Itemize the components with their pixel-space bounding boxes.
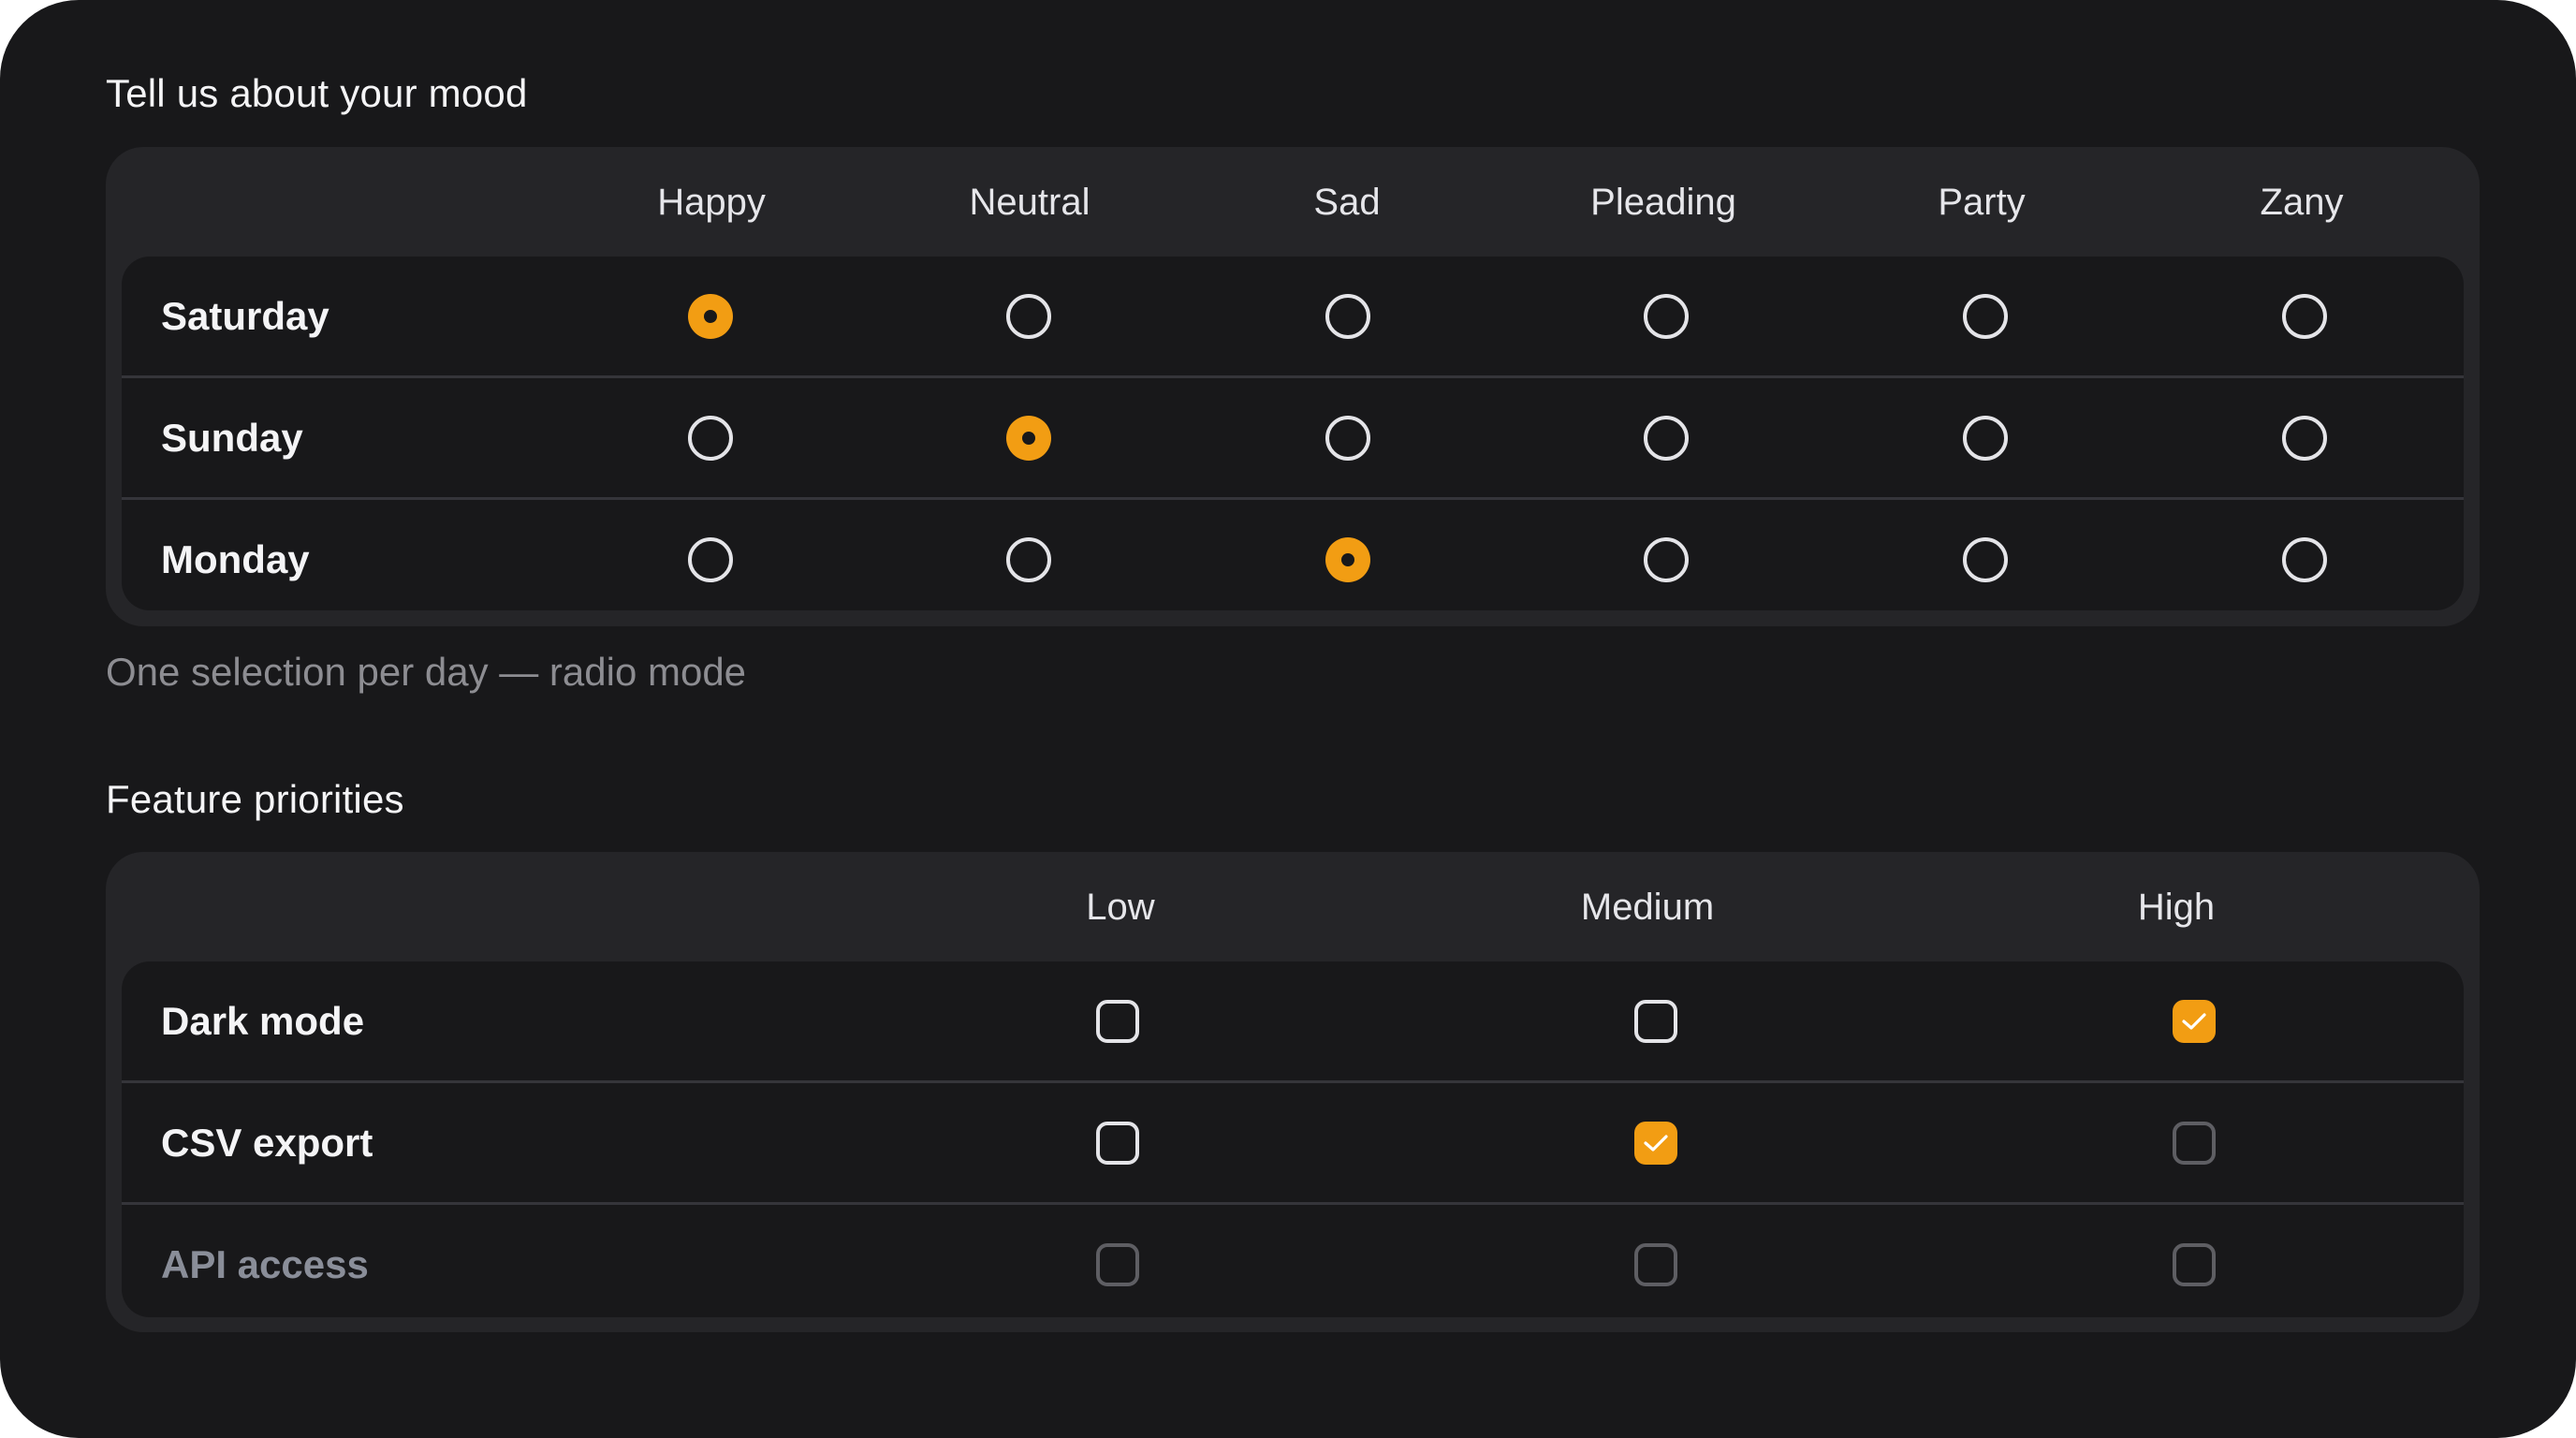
mood-header-row: Happy Neutral Sad Pleading Party Zany [106, 147, 2480, 257]
mood-cell-saturday-zany[interactable] [2248, 257, 2361, 375]
mood-cell-saturday-happy[interactable] [654, 257, 767, 375]
checkbox-empty-icon [2173, 1242, 2216, 1286]
mood-cell-saturday-pleading[interactable] [1610, 257, 1722, 375]
mood-column-pleading: Pleading [1590, 182, 1736, 223]
mood-cell-saturday-party[interactable] [1929, 257, 2042, 375]
radio-unselected-icon[interactable] [1963, 536, 2008, 582]
radio-unselected-icon[interactable] [2282, 293, 2327, 339]
features-matrix: Low Medium High Dark mode CSV export API acc… [106, 852, 2480, 1332]
radio-unselected-icon[interactable] [1644, 415, 1689, 461]
features-cell-csv-export-low[interactable] [1061, 1083, 1174, 1202]
radio-dot [704, 309, 717, 323]
mood-cell-saturday-neutral[interactable] [973, 257, 1085, 375]
mood-cell-sunday-happy[interactable] [654, 378, 767, 497]
mood-row-sunday: Sunday [122, 378, 2464, 497]
mood-section-title: Tell us about your mood [106, 71, 528, 115]
checkbox-empty-icon[interactable] [1096, 999, 1139, 1043]
mood-column-party: Party [1938, 182, 2026, 223]
mood-cell-monday-pleading[interactable] [1610, 500, 1722, 610]
mood-column-zany: Zany [2260, 182, 2344, 223]
mood-column-happy: Happy [657, 182, 766, 223]
mood-column-sad: Sad [1313, 182, 1381, 223]
radio-unselected-icon[interactable] [688, 415, 733, 461]
radio-unselected-icon[interactable] [1325, 293, 1370, 339]
radio-unselected-icon[interactable] [688, 536, 733, 582]
features-matrix-body: Dark mode CSV export API access [122, 961, 2464, 1317]
checkmark-icon[interactable] [1634, 1121, 1677, 1165]
radio-unselected-icon[interactable] [1006, 536, 1051, 582]
radio-selected-icon[interactable] [1006, 415, 1051, 461]
features-cell-api-access-low[interactable] [1061, 1205, 1174, 1317]
features-row-label: CSV export [161, 1121, 373, 1165]
features-row-label: API access [161, 1242, 369, 1286]
features-cell-csv-export-medium[interactable] [1600, 1083, 1712, 1202]
features-cell-dark-mode-high[interactable] [2138, 961, 2250, 1080]
mood-matrix: Happy Neutral Sad Pleading Party Zany Saturda… [106, 147, 2480, 626]
features-cell-csv-export-high[interactable] [2138, 1083, 2250, 1202]
mood-cell-saturday-sad[interactable] [1292, 257, 1404, 375]
features-row-label: Dark mode [161, 999, 365, 1043]
features-cell-api-access-medium[interactable] [1600, 1205, 1712, 1317]
features-cell-dark-mode-low[interactable] [1061, 961, 1174, 1080]
mood-row-label: Saturday [161, 294, 329, 338]
features-header-row: Low Medium High [106, 852, 2480, 962]
features-row-csv-export: CSV export [122, 1083, 2464, 1202]
checkbox-empty-icon [1096, 1242, 1139, 1286]
mood-cell-sunday-zany[interactable] [2248, 378, 2361, 497]
mood-row-monday: Monday [122, 500, 2464, 610]
features-cell-api-access-high[interactable] [2138, 1205, 2250, 1317]
checkbox-empty-icon[interactable] [1096, 1121, 1139, 1165]
features-cell-dark-mode-medium[interactable] [1600, 961, 1712, 1080]
mood-cell-sunday-neutral[interactable] [973, 378, 1085, 497]
radio-unselected-icon[interactable] [1963, 415, 2008, 461]
mood-matrix-body: Saturday Sunday Monday [122, 257, 2464, 610]
radio-dot [1022, 431, 1035, 445]
radio-unselected-icon[interactable] [1963, 293, 2008, 339]
features-row-dark-mode: Dark mode [122, 961, 2464, 1080]
mood-row-label: Sunday [161, 416, 303, 460]
radio-unselected-icon[interactable] [1325, 415, 1370, 461]
features-row-api-access: API access [122, 1205, 2464, 1317]
mood-cell-monday-zany[interactable] [2248, 500, 2361, 610]
checkbox-empty-icon [2173, 1121, 2216, 1165]
checkmark-icon[interactable] [2173, 999, 2216, 1043]
radio-unselected-icon[interactable] [1644, 293, 1689, 339]
mood-cell-sunday-sad[interactable] [1292, 378, 1404, 497]
radio-unselected-icon[interactable] [2282, 536, 2327, 582]
mood-cell-sunday-party[interactable] [1929, 378, 2042, 497]
checkbox-empty-icon[interactable] [1634, 999, 1677, 1043]
mood-cell-monday-happy[interactable] [654, 500, 767, 610]
features-column-high: High [2137, 887, 2216, 928]
radio-unselected-icon[interactable] [1006, 293, 1051, 339]
mood-column-neutral: Neutral [969, 182, 1090, 223]
mood-row-saturday: Saturday [122, 257, 2464, 375]
mood-cell-monday-sad[interactable] [1292, 500, 1404, 610]
features-section-title: Feature priorities [106, 777, 404, 821]
mood-cell-monday-neutral[interactable] [973, 500, 1085, 610]
features-column-low: Low [1086, 887, 1155, 928]
mood-cell-monday-party[interactable] [1929, 500, 2042, 610]
radio-unselected-icon[interactable] [1644, 536, 1689, 582]
radio-selected-icon[interactable] [688, 293, 733, 339]
mood-caption: One selection per day — radio mode [106, 650, 747, 694]
radio-selected-icon[interactable] [1325, 536, 1370, 582]
features-column-medium: Medium [1580, 887, 1715, 928]
app-window: Tell us about your mood Happy Neutral Sad P… [0, 0, 2576, 1438]
mood-row-label: Monday [161, 537, 310, 581]
radio-dot [1341, 552, 1354, 566]
mood-cell-sunday-pleading[interactable] [1610, 378, 1722, 497]
radio-unselected-icon[interactable] [2282, 415, 2327, 461]
checkbox-empty-icon [1634, 1242, 1677, 1286]
